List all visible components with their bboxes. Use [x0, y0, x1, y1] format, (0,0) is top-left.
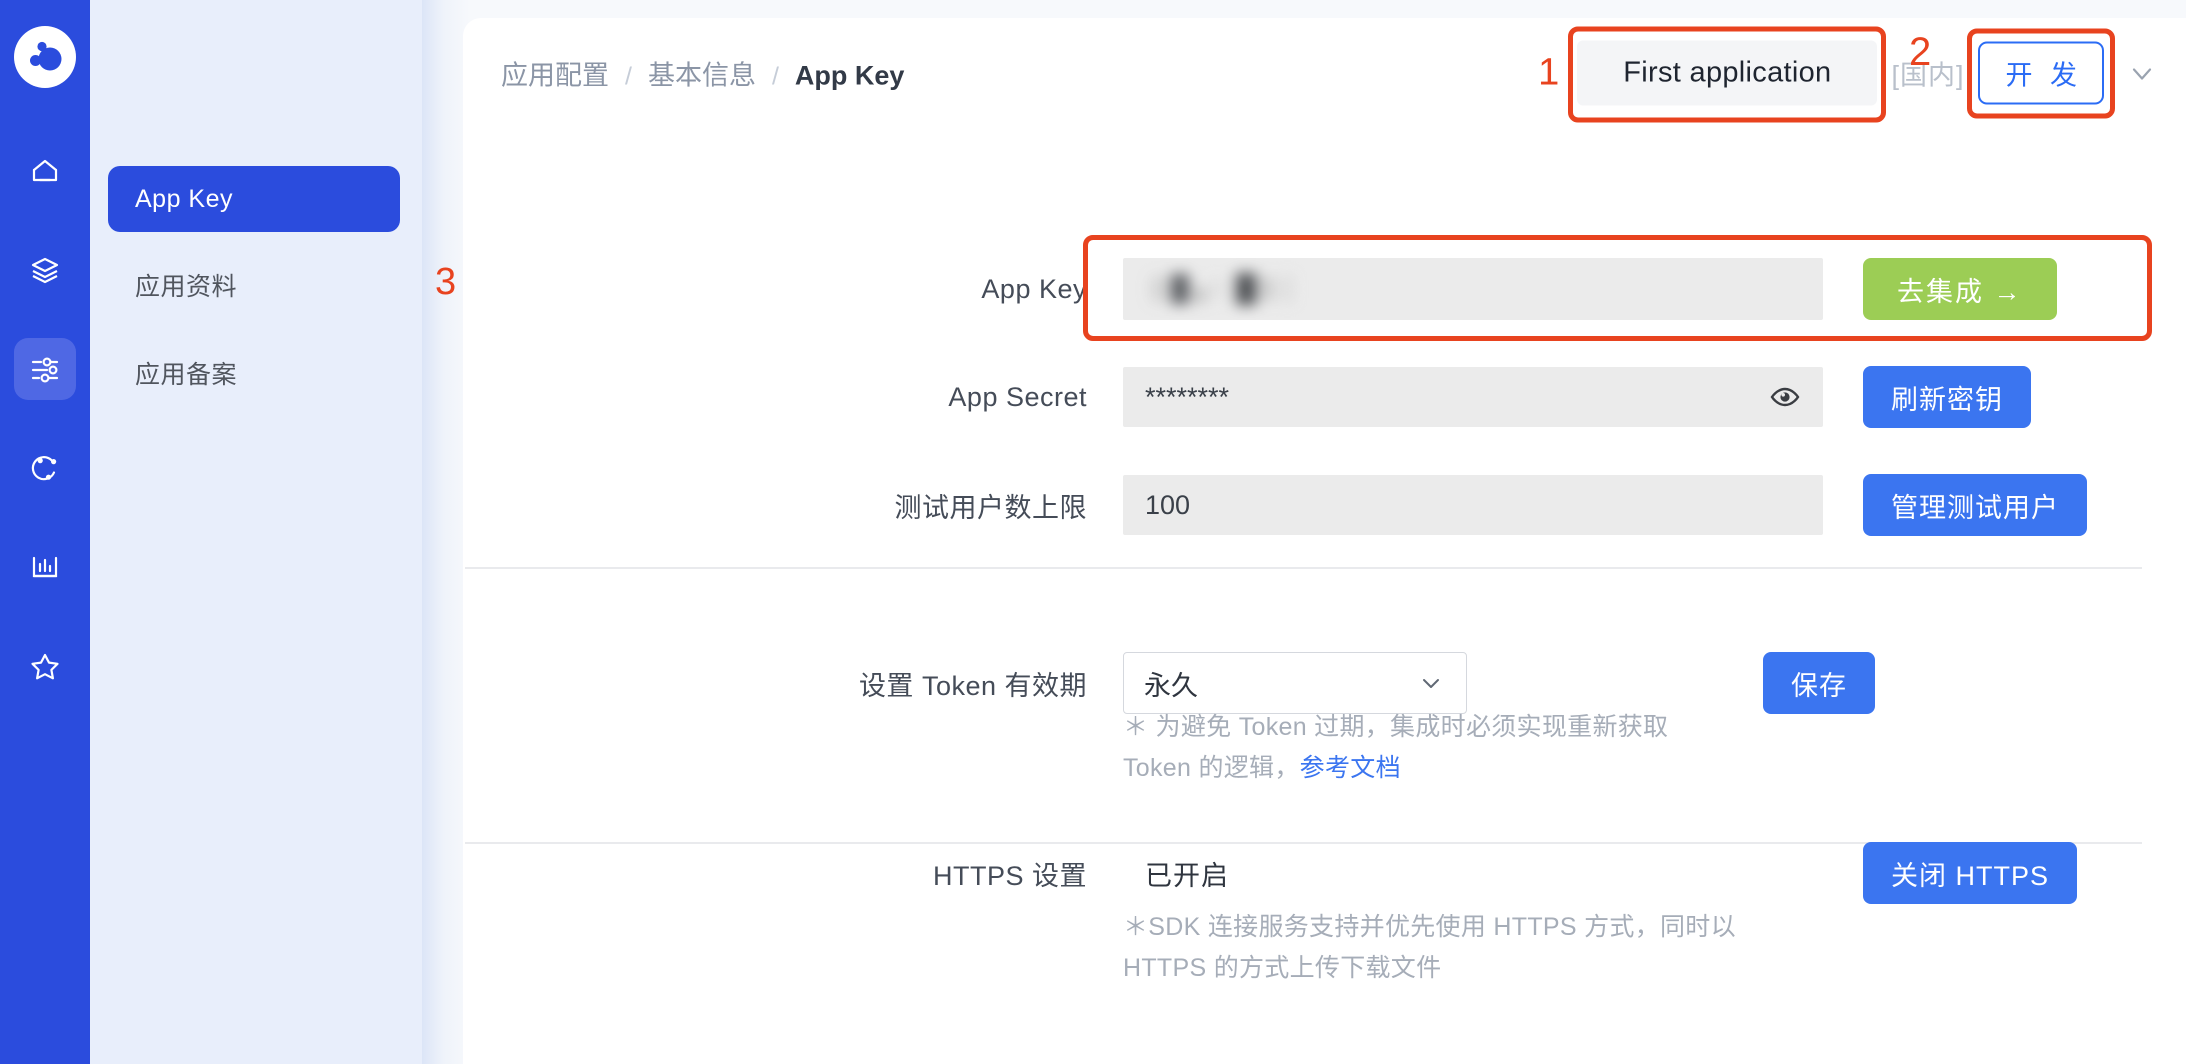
app-root: App Key 应用资料 应用备案 应用配置 / 基本信息 / App Key …: [0, 0, 2186, 1064]
row-label-https: HTTPS 设置: [932, 860, 1087, 891]
token-expiry-note: ＊ 为避免 Token 过期，集成时必须实现重新获取 Token 的逻辑，参考文…: [1123, 707, 1743, 789]
section-divider-1: [465, 567, 2142, 569]
row-test-user-limit: 测试用户数上限 100 管理测试用户: [463, 473, 2186, 537]
rail-item-list: [0, 140, 90, 734]
manage-test-users-button[interactable]: 管理测试用户: [1863, 474, 2087, 536]
app-name-display[interactable]: First application: [1577, 40, 1878, 106]
eye-icon[interactable]: [1769, 381, 1801, 413]
go-integrate-button[interactable]: 去集成 →: [1863, 258, 2057, 320]
chevron-down-icon: [1418, 670, 1444, 696]
status-badge-environment[interactable]: 开 发: [1978, 41, 2104, 105]
row-app-secret: App Secret ******** 刷新密钥: [463, 365, 2186, 429]
sidebar-item-label: 应用备案: [135, 361, 238, 389]
primary-nav-rail: [0, 0, 90, 1064]
refresh-secret-button[interactable]: 刷新密钥: [1863, 366, 2031, 428]
test-user-limit-field[interactable]: 100: [1123, 475, 1823, 535]
sidebar-item-label: App Key: [135, 184, 234, 213]
token-doc-link[interactable]: 参考文档: [1300, 754, 1401, 782]
row-app-key: 3 App Key 去集成 →: [435, 235, 2186, 341]
app-secret-field[interactable]: ********: [1123, 367, 1823, 427]
rail-item-statistics[interactable]: [14, 536, 76, 598]
sidebar-item-app-key[interactable]: App Key: [108, 166, 400, 232]
annotation-marker-1: 1: [1538, 51, 1560, 94]
token-expiry-select[interactable]: 永久: [1123, 652, 1467, 714]
save-button[interactable]: 保存: [1763, 652, 1875, 714]
rail-item-app-config[interactable]: [14, 338, 76, 400]
row-token-expiry: 设置 Token 有效期 永久 保存: [463, 651, 2186, 715]
breadcrumb-item-basic-info[interactable]: 基本信息: [648, 54, 756, 93]
content-card: 应用配置 / 基本信息 / App Key 1 First applicatio…: [435, 18, 2186, 1064]
rongcloud-logo-icon[interactable]: [14, 26, 76, 88]
row-label-app-secret: App Secret: [948, 381, 1087, 412]
rail-item-security[interactable]: [14, 437, 76, 499]
test-user-limit-value: 100: [1145, 489, 1191, 520]
row-label-app-key: App Key: [981, 273, 1087, 304]
breadcrumb-item-app-config[interactable]: 应用配置: [501, 54, 609, 93]
row-label-test-user-limit: 测试用户数上限: [894, 492, 1087, 523]
annotation-marker-3: 3: [435, 261, 457, 303]
chevron-down-icon[interactable]: [2126, 57, 2158, 89]
rail-item-home[interactable]: [14, 140, 76, 202]
sidebar-item-app-profile[interactable]: 应用资料: [108, 252, 400, 318]
app-key-masked-value: [1147, 273, 1293, 305]
app-switcher: 1 First application [国内] 开 发: [1538, 26, 2158, 123]
app-name-wrap: First application: [1568, 26, 1887, 123]
breadcrumb-separator: /: [771, 62, 779, 91]
secondary-sidebar: App Key 应用资料 应用备案: [90, 0, 422, 1064]
sidebar-item-label: 应用资料: [135, 273, 238, 301]
annotation-marker-2: 2: [1909, 30, 1932, 74]
sidebar-item-app-filing[interactable]: 应用备案: [108, 340, 400, 406]
disable-https-button[interactable]: 关闭 HTTPS: [1863, 842, 2078, 904]
row-label-token-expiry: 设置 Token 有效期: [858, 670, 1087, 701]
app-key-field[interactable]: [1123, 258, 1823, 320]
app-secret-value: ********: [1145, 381, 1230, 412]
breadcrumb-separator: /: [625, 62, 632, 91]
https-status-value: 已开启: [1145, 860, 1229, 891]
https-note: ＊SDK 连接服务支持并优先使用 HTTPS 方式，同时以 HTTPS 的方式上…: [1123, 913, 1736, 982]
token-expiry-selected-value: 永久: [1144, 670, 1198, 701]
breadcrumb-item-app-key: App Key: [794, 60, 905, 91]
env-badge-wrap: 开 发: [1967, 28, 2115, 119]
rail-item-layers[interactable]: [14, 239, 76, 301]
row-https-settings: HTTPS 设置 已开启 关闭 HTTPS: [463, 841, 2186, 905]
breadcrumb: 应用配置 / 基本信息 / App Key: [501, 54, 904, 93]
rail-item-favorites[interactable]: [14, 635, 76, 697]
